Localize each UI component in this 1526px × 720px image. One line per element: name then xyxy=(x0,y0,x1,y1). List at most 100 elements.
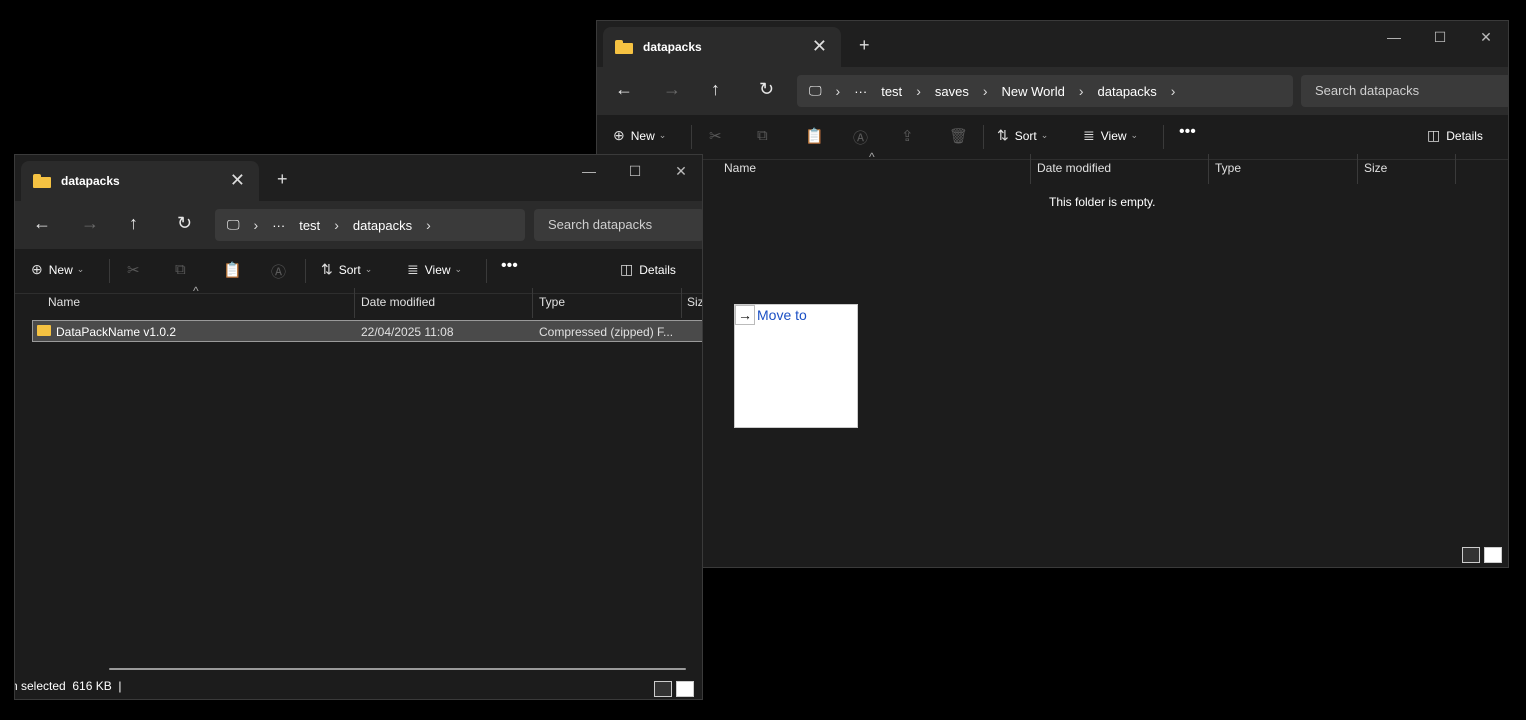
refresh-icon[interactable]: ↻ xyxy=(177,213,192,234)
chevron-right-icon: › xyxy=(1170,83,1176,99)
new-button[interactable]: ⊕ New ⌄ xyxy=(31,261,84,278)
column-size[interactable]: Size xyxy=(1364,161,1387,175)
sort-button[interactable]: ⇅ Sort ⌄ xyxy=(321,261,372,278)
tab-close-icon[interactable]: ✕ xyxy=(230,170,245,190)
share-icon[interactable]: ⇪ xyxy=(901,127,914,145)
back-icon[interactable]: ← xyxy=(615,79,633,100)
sort-label: Sort xyxy=(1014,128,1037,143)
minimize-button[interactable]: — xyxy=(566,163,612,180)
column-size[interactable]: Siz xyxy=(687,295,702,309)
paste-icon[interactable]: 📋 xyxy=(805,127,824,145)
close-button[interactable]: ✕ xyxy=(1463,29,1508,46)
copy-icon[interactable]: ⧉ xyxy=(175,261,186,278)
up-icon[interactable]: ↑ xyxy=(711,79,720,100)
breadcrumb[interactable]: 🖵 › ··· test › datapacks › xyxy=(215,209,525,241)
drag-move-tooltip: → Move to xyxy=(734,304,858,428)
refresh-icon[interactable]: ↻ xyxy=(759,79,774,100)
forward-icon[interactable]: → xyxy=(663,79,681,100)
search-input[interactable]: Search datapacks xyxy=(534,209,702,241)
explorer-window-back: datapacks ✕ + — ☐ ✕ ← → ↑ ↻ 🖵 › ··· test… xyxy=(596,20,1509,568)
up-icon[interactable]: ↑ xyxy=(129,213,138,234)
breadcrumb-item[interactable]: New World xyxy=(1002,84,1065,99)
column-name[interactable]: Name xyxy=(724,161,756,175)
tiles-view-button[interactable] xyxy=(676,681,694,697)
chevron-down-icon: ⌄ xyxy=(1040,130,1049,140)
tab-label: datapacks xyxy=(61,174,120,188)
move-to-label: Move to xyxy=(757,307,807,323)
view-button[interactable]: ≣ View ⌄ xyxy=(1083,127,1138,144)
rename-icon[interactable]: Ⓐ xyxy=(271,261,286,282)
tab-close-icon[interactable]: ✕ xyxy=(812,36,827,56)
computer-icon: 🖵 xyxy=(227,217,240,232)
details-button[interactable]: ◫ Details xyxy=(620,261,676,278)
more-options-icon[interactable]: ••• xyxy=(501,257,518,275)
overflow-icon[interactable]: ··· xyxy=(272,218,285,233)
new-label: New xyxy=(630,128,655,143)
column-type[interactable]: Type xyxy=(1215,161,1241,175)
search-input[interactable]: Search datapacks xyxy=(1301,75,1508,107)
chevron-right-icon: › xyxy=(334,217,339,233)
tab-datapacks[interactable]: datapacks ✕ xyxy=(21,161,259,201)
breadcrumb[interactable]: 🖵 › ··· test › saves › New World › datap… xyxy=(797,75,1293,107)
title-bar: datapacks ✕ + — ☐ ✕ xyxy=(15,155,702,201)
new-label: New xyxy=(48,262,73,277)
cut-icon[interactable]: ✂ xyxy=(709,127,722,145)
rename-icon[interactable]: Ⓐ xyxy=(853,127,868,148)
new-tab-icon[interactable]: + xyxy=(277,169,288,190)
sort-indicator-icon: ^ xyxy=(193,284,199,298)
view-button[interactable]: ≣ View ⌄ xyxy=(407,261,462,278)
plus-circle-icon: ⊕ xyxy=(31,261,43,277)
chevron-right-icon: › xyxy=(1078,83,1084,99)
horizontal-scrollbar[interactable] xyxy=(109,668,686,670)
details-button[interactable]: ◫ Details xyxy=(1427,127,1483,144)
folder-icon xyxy=(615,40,633,54)
details-view-button[interactable] xyxy=(1462,547,1480,563)
breadcrumb-item[interactable]: test xyxy=(881,84,902,99)
breadcrumb-item[interactable]: datapacks xyxy=(353,218,412,233)
new-button[interactable]: ⊕ New ⌄ xyxy=(613,127,666,144)
plus-circle-icon: ⊕ xyxy=(613,127,625,143)
arrow-right-icon: → xyxy=(735,305,755,325)
view-lines-icon: ≣ xyxy=(407,261,419,277)
sort-label: Sort xyxy=(338,262,361,277)
folder-icon xyxy=(33,174,51,188)
cut-icon[interactable]: ✂ xyxy=(127,261,140,279)
details-view-button[interactable] xyxy=(654,681,672,697)
chevron-down-icon: ⌄ xyxy=(1130,130,1139,140)
copy-icon[interactable]: ⧉ xyxy=(757,127,768,144)
more-options-icon[interactable]: ••• xyxy=(1179,123,1196,141)
tab-datapacks[interactable]: datapacks ✕ xyxy=(603,27,841,67)
view-label: View xyxy=(1100,128,1127,143)
breadcrumb-item[interactable]: saves xyxy=(935,84,969,99)
table-row[interactable]: DataPackName v1.0.2 22/04/2025 11:08 Com… xyxy=(32,320,702,342)
view-toggle xyxy=(654,681,694,697)
breadcrumb-item[interactable]: test xyxy=(299,218,320,233)
maximize-button[interactable]: ☐ xyxy=(612,163,658,180)
back-icon[interactable]: ← xyxy=(33,213,51,234)
new-tab-icon[interactable]: + xyxy=(859,35,870,56)
empty-folder-message: This folder is empty. xyxy=(1049,195,1156,209)
overflow-icon[interactable]: ··· xyxy=(854,84,867,99)
close-button[interactable]: ✕ xyxy=(658,163,702,180)
zip-folder-icon xyxy=(37,325,51,336)
address-bar: ← → ↑ ↻ 🖵 › ··· test › datapacks › Searc… xyxy=(15,201,702,249)
column-date-modified[interactable]: Date modified xyxy=(361,295,435,309)
view-label: View xyxy=(424,262,451,277)
tiles-view-button[interactable] xyxy=(1484,547,1502,563)
minimize-button[interactable]: — xyxy=(1371,29,1417,46)
status-text: n selected 616 KB | xyxy=(14,679,122,693)
maximize-button[interactable]: ☐ xyxy=(1417,29,1463,46)
column-date-modified[interactable]: Date modified xyxy=(1037,161,1111,175)
breadcrumb-item[interactable]: datapacks xyxy=(1098,84,1157,99)
column-type[interactable]: Type xyxy=(539,295,565,309)
details-pane-icon: ◫ xyxy=(620,261,634,277)
chevron-down-icon: ⌄ xyxy=(364,264,373,274)
file-name: DataPackName v1.0.2 xyxy=(56,325,177,339)
status-bar: n selected 616 KB | xyxy=(15,675,702,699)
delete-icon[interactable]: 🗑 xyxy=(949,127,968,145)
column-name[interactable]: Name xyxy=(48,295,80,309)
sort-button[interactable]: ⇅ Sort ⌄ xyxy=(997,127,1048,144)
column-headers: ^ Name Date modified Type Size xyxy=(597,150,1508,184)
paste-icon[interactable]: 📋 xyxy=(223,261,242,279)
forward-icon[interactable]: → xyxy=(81,213,99,234)
